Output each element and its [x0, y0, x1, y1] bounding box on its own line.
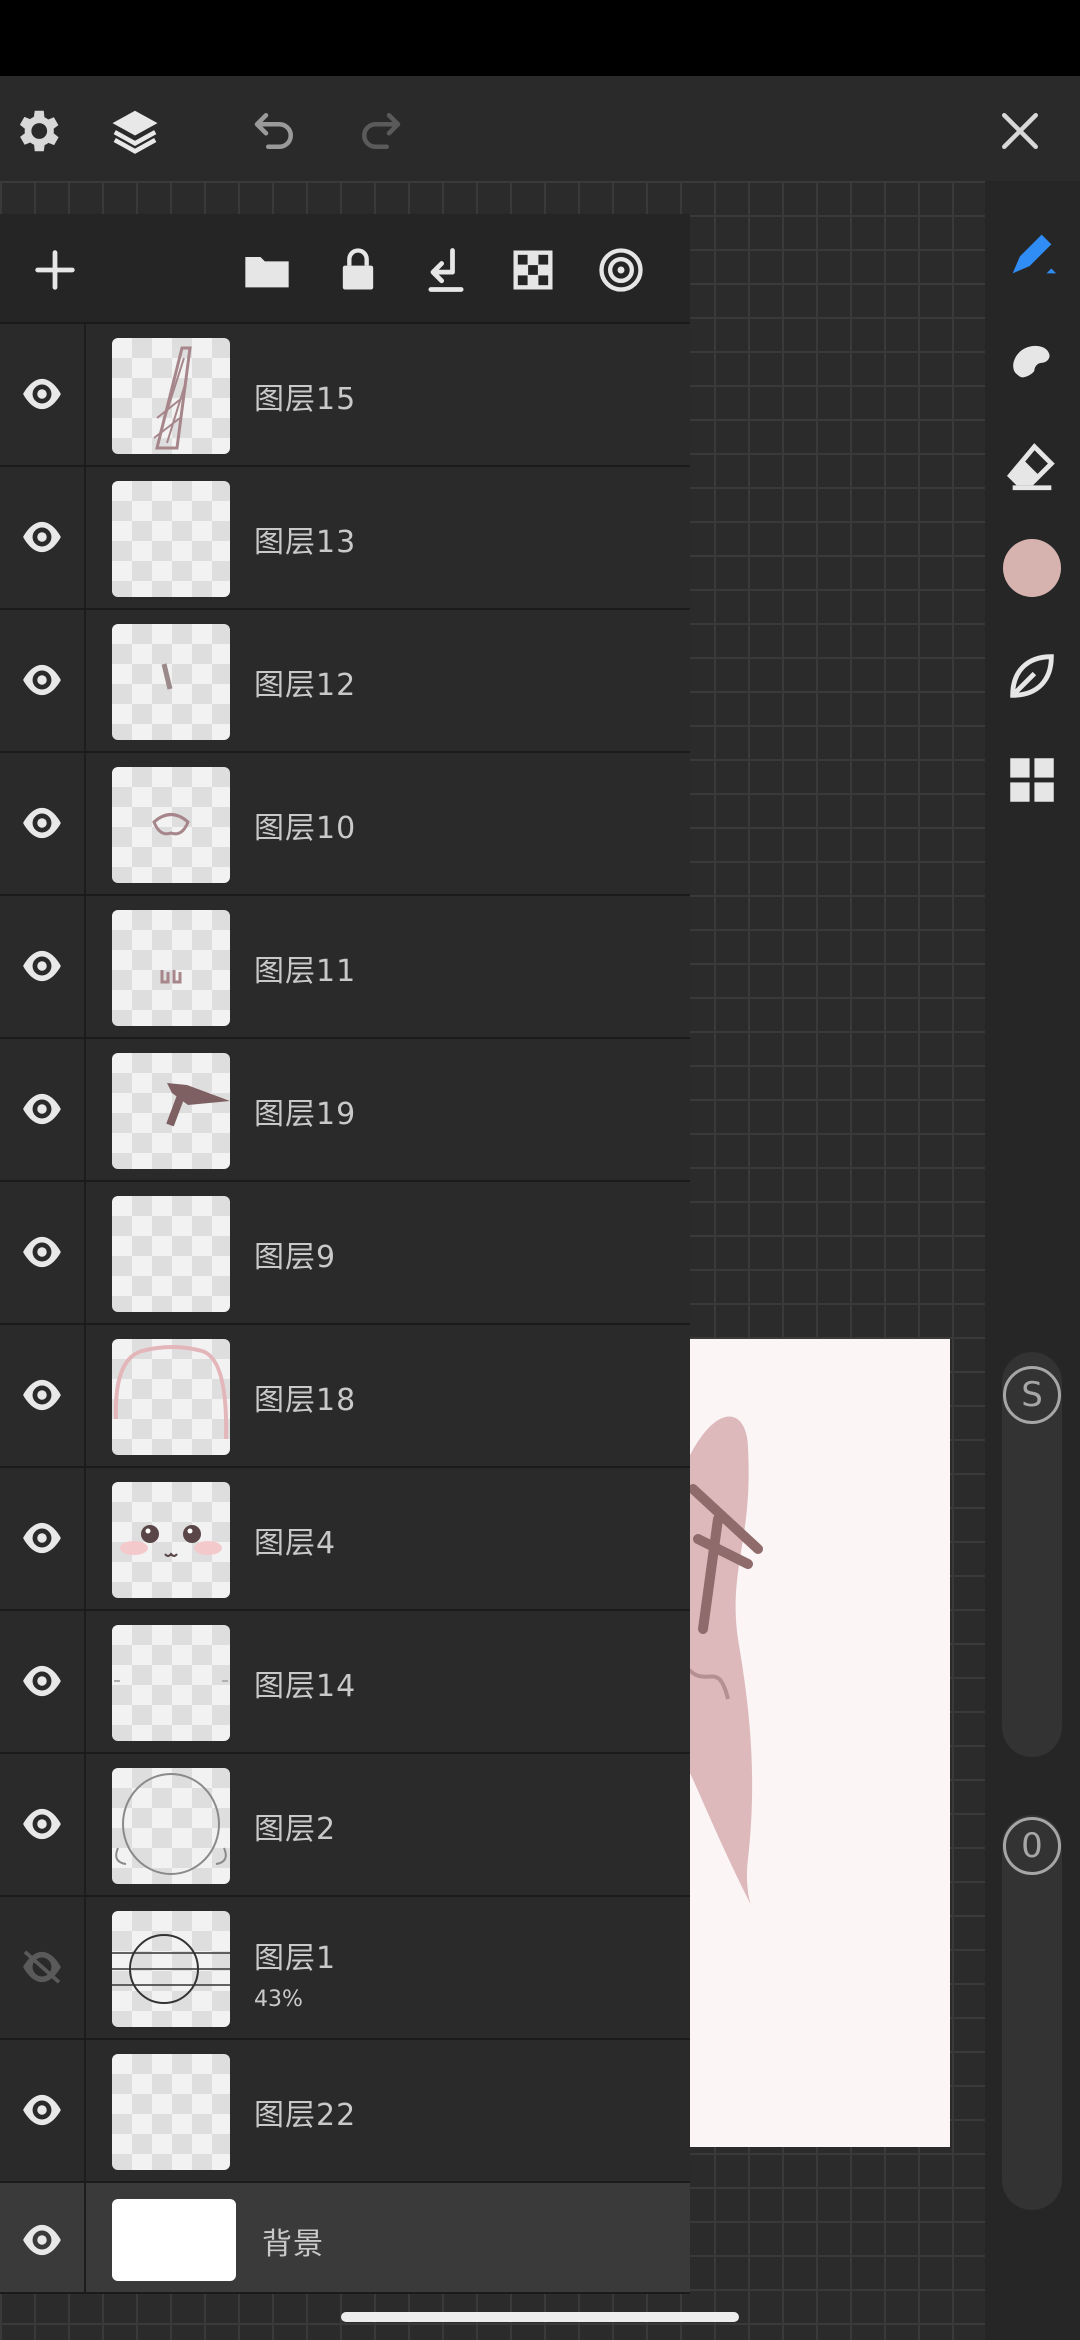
grid-icon[interactable] [1000, 748, 1064, 812]
layer-row[interactable]: 图层13 [0, 467, 690, 610]
layer-name: 图层2 [254, 1812, 337, 1847]
layer-name: 图层22 [254, 2098, 357, 2133]
eye-icon[interactable] [14, 370, 70, 418]
layer-name: 图层14 [254, 1669, 357, 1704]
top-toolbar [0, 76, 1080, 181]
layer-name: 图层13 [254, 525, 357, 560]
eye-icon[interactable] [14, 1371, 70, 1419]
eye-icon[interactable] [14, 942, 70, 990]
layer-row[interactable]: 图层12 [0, 610, 690, 753]
layer-name: 图层1 [254, 1941, 337, 1976]
checkerboard-icon[interactable] [502, 239, 564, 301]
layer-name: 图层15 [254, 382, 357, 417]
eye-icon[interactable] [14, 1657, 70, 1705]
layer-name: 背景 [262, 2227, 324, 2262]
layer-row[interactable]: 图层22 [0, 2040, 690, 2183]
layer-name: 图层12 [254, 668, 357, 703]
redo-icon[interactable] [345, 96, 415, 166]
row-divider [84, 1754, 86, 1895]
layer-name: 图层18 [254, 1383, 357, 1418]
row-divider [84, 1325, 86, 1466]
layer-thumbnail [112, 1768, 230, 1884]
layer-thumbnail [112, 1911, 230, 2027]
layer-row[interactable]: 图层10 [0, 753, 690, 896]
lock-icon[interactable] [327, 239, 389, 301]
layer-row[interactable]: 图层2 [0, 1754, 690, 1897]
layer-thumbnail [112, 910, 230, 1026]
color-swatch[interactable] [1003, 539, 1061, 597]
layer-name: 图层4 [254, 1526, 337, 1561]
row-divider [84, 1182, 86, 1323]
row-divider [84, 610, 86, 751]
eye-icon[interactable] [14, 656, 70, 704]
merge-down-icon[interactable] [415, 239, 477, 301]
eye-hidden-icon[interactable] [14, 1943, 70, 1991]
eye-icon[interactable] [14, 2216, 70, 2264]
pen-icon[interactable] [1000, 222, 1064, 286]
layer-thumbnail [112, 1482, 230, 1598]
eye-icon[interactable] [14, 1800, 70, 1848]
layer-thumbnail [112, 338, 230, 454]
row-divider [84, 1611, 86, 1752]
eye-icon[interactable] [14, 1228, 70, 1276]
row-divider [84, 896, 86, 1037]
eye-icon[interactable] [14, 513, 70, 561]
status-bar [0, 0, 1080, 76]
layer-row[interactable]: 图层4 [0, 1468, 690, 1611]
layer-name: 图层9 [254, 1240, 337, 1275]
row-divider [84, 2040, 86, 2181]
layer-thumbnail [112, 767, 230, 883]
row-divider [84, 324, 86, 465]
row-divider [84, 2183, 86, 2292]
home-indicator[interactable] [341, 2312, 739, 2322]
opacity-badge: 0 [1003, 1817, 1061, 1875]
layer-thumbnail [112, 1625, 230, 1741]
smudge-icon[interactable] [1000, 326, 1064, 390]
row-divider [84, 1039, 86, 1180]
row-divider [84, 467, 86, 608]
layer-row[interactable]: 图层9 [0, 1182, 690, 1325]
layer-thumbnail [112, 624, 230, 740]
clipping-mask-icon[interactable] [590, 239, 652, 301]
layer-name: 图层11 [254, 954, 357, 989]
row-divider [84, 1468, 86, 1609]
artboard[interactable] [688, 1339, 950, 2147]
layers-icon[interactable] [100, 96, 170, 166]
layers-panel: 图层15 图层13 图层12 图层10 图层11 图层19 图层9 图层18 图… [0, 214, 690, 2294]
eye-icon[interactable] [14, 799, 70, 847]
leaf-icon[interactable] [1000, 644, 1064, 708]
layer-name: 图层19 [254, 1097, 357, 1132]
layer-row[interactable]: 图层14 [0, 1611, 690, 1754]
layer-thumbnail [112, 1339, 230, 1455]
close-icon[interactable] [985, 96, 1055, 166]
layer-row[interactable]: 图层19 [0, 1039, 690, 1182]
layer-row[interactable]: 图层15 [0, 324, 690, 467]
row-divider [84, 1897, 86, 2038]
row-divider [84, 753, 86, 894]
layer-row[interactable]: 图层18 [0, 1325, 690, 1468]
size-badge: S [1003, 1366, 1061, 1424]
eraser-icon[interactable] [1000, 434, 1064, 498]
layer-row[interactable]: 图层1 43% [0, 1897, 690, 2040]
folder-icon[interactable] [236, 239, 298, 301]
undo-icon[interactable] [240, 96, 310, 166]
layer-name: 图层10 [254, 811, 357, 846]
layer-thumbnail [112, 2054, 230, 2170]
layer-thumbnail [112, 1196, 230, 1312]
character-drawing [688, 1416, 763, 1907]
layer-thumbnail [112, 481, 230, 597]
layer-opacity: 43% [254, 1987, 303, 2012]
layers-panel-header [0, 214, 690, 324]
eye-icon[interactable] [14, 1085, 70, 1133]
layer-thumbnail [112, 1053, 230, 1169]
eye-icon[interactable] [14, 2086, 70, 2134]
layer-row[interactable]: 图层11 [0, 896, 690, 1039]
add-icon[interactable] [24, 239, 86, 301]
layer-row-background[interactable]: 背景 [0, 2183, 690, 2294]
gear-icon[interactable] [2, 96, 72, 166]
layer-thumbnail [112, 2199, 236, 2281]
eye-icon[interactable] [14, 1514, 70, 1562]
